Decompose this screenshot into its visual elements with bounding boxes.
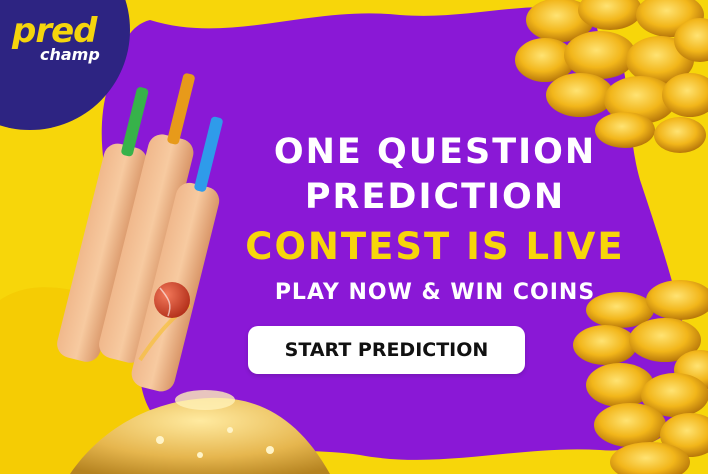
promo-banner: pred champ ONE QUESTION PREDICTION CONTE… <box>0 0 708 474</box>
cricket-ball-icon <box>154 282 190 318</box>
logo-main-text: pred <box>12 11 98 51</box>
brand-logo[interactable]: pred champ <box>0 0 130 100</box>
logo-sub-text: champ <box>40 45 100 64</box>
headline-line-1: ONE QUESTION <box>273 132 597 172</box>
contest-live-text: CONTEST IS LIVE <box>245 225 625 268</box>
headline-line-2: PREDICTION <box>304 177 566 217</box>
play-now-text: PLAY NOW & WIN COINS <box>274 280 596 305</box>
start-prediction-button[interactable]: START PREDICTION <box>248 326 525 374</box>
